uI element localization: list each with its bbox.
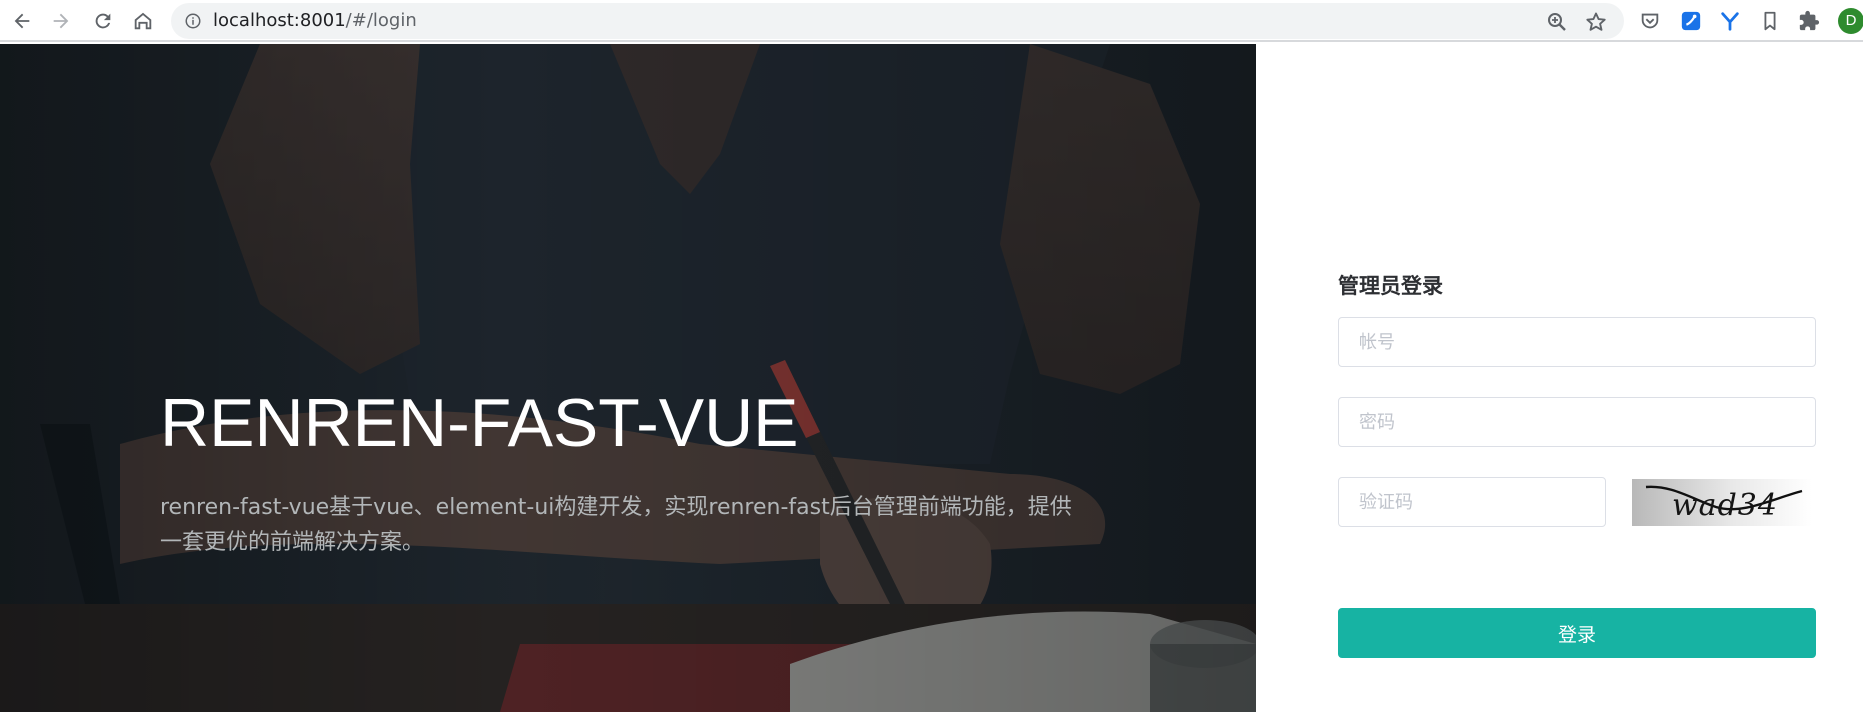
captcha-field — [1338, 477, 1606, 527]
url-text: localhost:8001/#/login — [213, 3, 417, 39]
captcha-image[interactable]: wad34 — [1632, 479, 1812, 526]
address-bar[interactable]: localhost:8001/#/login — [171, 3, 1624, 39]
captcha-text: wad34 — [1672, 488, 1778, 523]
hero-section: RENREN-FAST-VUE renren-fast-vue基于vue、ele… — [0, 44, 1256, 712]
username-input[interactable] — [1339, 318, 1815, 366]
login-title: 管理员登录 — [1338, 274, 1443, 298]
reading-list-icon[interactable] — [1758, 9, 1782, 33]
back-icon[interactable] — [7, 6, 37, 36]
password-field — [1338, 397, 1816, 447]
bookmark-star-icon[interactable] — [1584, 10, 1608, 34]
hero-background-photo — [0, 44, 1256, 712]
login-submit-button[interactable]: 登录 — [1338, 608, 1816, 658]
forward-icon[interactable] — [46, 6, 76, 36]
login-submit-label: 登录 — [1557, 623, 1596, 646]
zoom-icon[interactable] — [1545, 10, 1569, 34]
hero-title: RENREN-FAST-VUE — [160, 385, 799, 461]
url-path: /#/login — [345, 10, 417, 31]
home-icon[interactable] — [128, 6, 158, 36]
browser-toolbar: localhost:8001/#/login D — [0, 0, 1863, 42]
extension-y-icon[interactable] — [1718, 9, 1742, 33]
username-field — [1338, 317, 1816, 367]
password-input[interactable] — [1339, 398, 1815, 446]
extensions-puzzle-icon[interactable] — [1797, 9, 1821, 33]
pocket-icon[interactable] — [1638, 9, 1662, 33]
login-panel: 管理员登录 wad34 登录 — [1256, 44, 1863, 712]
extension-blue-icon[interactable] — [1679, 9, 1703, 33]
reload-icon[interactable] — [88, 6, 118, 36]
url-host: localhost:8001 — [213, 10, 346, 31]
hero-description: renren-fast-vue基于vue、element-ui构建开发，实现re… — [160, 495, 1072, 555]
profile-avatar[interactable]: D — [1838, 8, 1863, 34]
site-info-icon[interactable] — [184, 12, 202, 30]
captcha-input[interactable] — [1339, 478, 1605, 526]
